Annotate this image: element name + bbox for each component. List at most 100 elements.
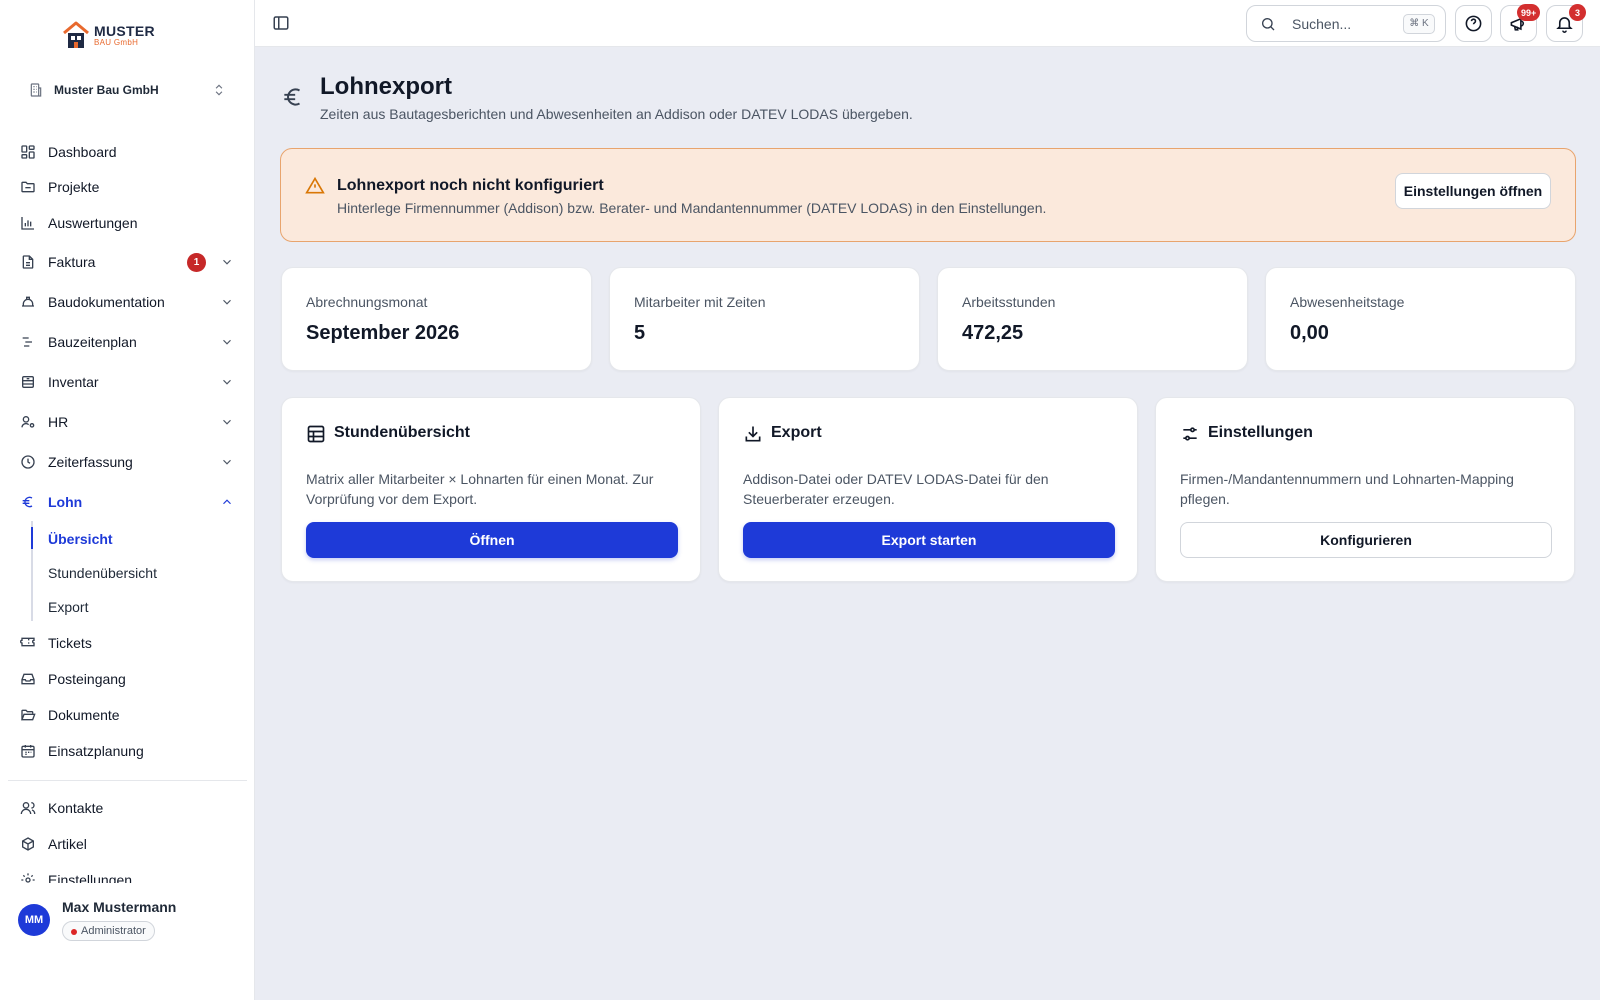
card-stundenuebersicht: Stundenübersicht Matrix aller Mitarbeite… <box>281 397 701 582</box>
card-title: Export <box>771 424 822 441</box>
stat-label: Arbeitsstunden <box>962 294 1056 310</box>
stat-value: 472,25 <box>962 322 1024 344</box>
faktura-count-badge: 1 <box>187 252 206 272</box>
page-subtitle: Zeiten aus Bautagesberichten und Abwesen… <box>320 106 913 122</box>
sliders-icon <box>1183 427 1197 441</box>
nav-item-hr[interactable]: HR <box>12 405 242 439</box>
config-warning-alert: Lohnexport noch nicht konfiguriert Hinte… <box>280 148 1576 242</box>
search-input[interactable]: Suchen... ⌘ K <box>1246 5 1446 42</box>
nav-label: Auswertungen <box>48 215 138 231</box>
nav-label: Lohn <box>48 494 83 510</box>
nav-item-faktura[interactable]: Faktura 1 <box>12 245 242 279</box>
folder-icon <box>21 181 35 193</box>
nav-label: Tickets <box>48 635 92 651</box>
role-label: Administrator <box>81 925 146 937</box>
nav-item-auswertungen[interactable]: Auswertungen <box>12 206 242 240</box>
active-indicator <box>31 527 33 549</box>
stat-card-work-hours: Arbeitsstunden 472,25 <box>937 267 1248 371</box>
nav-item-projekte[interactable]: Projekte <box>12 170 242 204</box>
alert-text: Hinterlege Firmennummer (Addison) bzw. B… <box>337 200 1047 216</box>
chevron-down-icon <box>223 459 231 465</box>
nav-label: Posteingang <box>48 671 126 687</box>
card-einstellungen: Einstellungen Firmen-/Mandantennummern u… <box>1155 397 1575 582</box>
avatar: MM <box>18 904 50 936</box>
stat-label: Abwesenheitstage <box>1290 294 1405 310</box>
nav-label: Zeiterfassung <box>48 454 133 470</box>
user-name: Max Mustermann <box>62 899 177 915</box>
logo-text: MUSTER <box>94 23 155 39</box>
stat-card-employees: Mitarbeiter mit Zeiten 5 <box>609 267 920 371</box>
chevron-up-icon <box>223 499 231 505</box>
stat-card-absence-days: Abwesenheitstage 0,00 <box>1265 267 1576 371</box>
search-icon <box>1262 17 1275 30</box>
euro-icon <box>284 88 301 106</box>
announcements-button[interactable]: 99+ <box>1500 4 1541 42</box>
configure-button[interactable]: Konfigurieren <box>1180 522 1552 558</box>
building-icon <box>30 83 42 97</box>
nav-item-bauzeitenplan[interactable]: Bauzeitenplan <box>12 325 242 359</box>
nav-label: Kontakte <box>48 800 104 816</box>
sidebar-toggle-icon[interactable] <box>272 14 290 32</box>
inbox-icon <box>21 673 35 685</box>
helmet-icon <box>22 296 34 307</box>
nav-item-dashboard[interactable]: Dashboard <box>12 135 242 169</box>
chevron-down-icon <box>223 339 231 345</box>
nav-label: Baudokumentation <box>48 294 165 310</box>
open-settings-button[interactable]: Einstellungen öffnen <box>1395 173 1551 209</box>
subnav-item-export[interactable]: Export <box>48 599 88 615</box>
nav-label: Artikel <box>48 836 87 852</box>
card-description: Addison-Datei oder DATEV LODAS-Datei für… <box>743 471 1049 507</box>
card-title: Einstellungen <box>1208 424 1313 441</box>
status-dot <box>71 929 77 935</box>
user-profile[interactable]: MM Max Mustermann Administrator <box>18 896 238 944</box>
nav-item-einstellungen[interactable]: Einstellungen <box>12 863 242 883</box>
subnav-item-uebersicht[interactable]: Übersicht <box>48 531 113 547</box>
page-title: Lohnexport <box>320 73 452 100</box>
users-cog-icon <box>21 416 35 428</box>
role-badge: Administrator <box>62 921 155 941</box>
card-title: Stundenübersicht <box>334 424 471 441</box>
search-placeholder: Suchen... <box>1292 15 1352 32</box>
notifications-button[interactable]: 3 <box>1546 4 1586 42</box>
nav-label: Einsatzplanung <box>48 743 144 759</box>
lohn-subnav: Übersicht Stundenübersicht Export <box>31 521 231 621</box>
warning-triangle-icon <box>305 176 325 194</box>
house-logo-icon <box>63 21 89 48</box>
open-button[interactable]: Öffnen <box>306 522 678 558</box>
stat-label: Mitarbeiter mit Zeiten <box>634 294 766 310</box>
nav-label: Faktura <box>48 254 96 270</box>
start-export-button[interactable]: Export starten <box>743 522 1115 558</box>
company-logo[interactable]: MUSTER BAU GmbH <box>62 20 162 52</box>
nav-item-lohn[interactable]: Lohn <box>12 485 242 519</box>
card-export: Export Addison-Datei oder DATEV LODAS-Da… <box>718 397 1138 582</box>
nav-item-tickets[interactable]: Tickets <box>12 626 242 660</box>
nav-item-kontakte[interactable]: Kontakte <box>12 791 242 825</box>
nav-label: Projekte <box>48 179 100 195</box>
nav-label: Dokumente <box>48 707 120 723</box>
alert-title: Lohnexport noch nicht konfiguriert <box>337 177 604 194</box>
bar-chart-icon <box>21 217 34 230</box>
help-button[interactable] <box>1455 5 1492 42</box>
ticket-icon <box>20 637 35 647</box>
company-switcher[interactable]: Muster Bau GmbH <box>18 76 238 104</box>
subnav-item-stundenuebersicht[interactable]: Stundenübersicht <box>48 565 157 581</box>
nav-label: Einstellungen <box>48 872 133 883</box>
stat-label: Abrechnungsmonat <box>306 294 428 310</box>
nav-item-inventar[interactable]: Inventar <box>12 365 242 399</box>
stat-card-billing-month: Abrechnungsmonat September 2026 <box>281 267 592 371</box>
stat-value: September 2026 <box>306 322 460 344</box>
calendar-icon <box>21 745 35 758</box>
nav-item-einsatzplanung[interactable]: Einsatzplanung <box>12 734 242 768</box>
folder-open-icon <box>21 709 36 721</box>
nav-item-artikel[interactable]: Artikel <box>12 827 242 861</box>
stat-value: 5 <box>634 322 646 344</box>
nav-item-baudokumentation[interactable]: Baudokumentation <box>12 285 242 319</box>
sidebar: MUSTER BAU GmbH Muster Bau GmbH Dashboar… <box>0 0 255 1000</box>
notifications-badge: 3 <box>1569 4 1586 21</box>
table-icon <box>307 425 325 443</box>
package-icon <box>22 837 34 851</box>
nav-item-posteingang[interactable]: Posteingang <box>12 662 242 696</box>
nav-item-dokumente[interactable]: Dokumente <box>12 698 242 732</box>
nav-item-zeiterfassung[interactable]: Zeiterfassung <box>12 445 242 479</box>
dashboard-icon <box>21 145 35 159</box>
